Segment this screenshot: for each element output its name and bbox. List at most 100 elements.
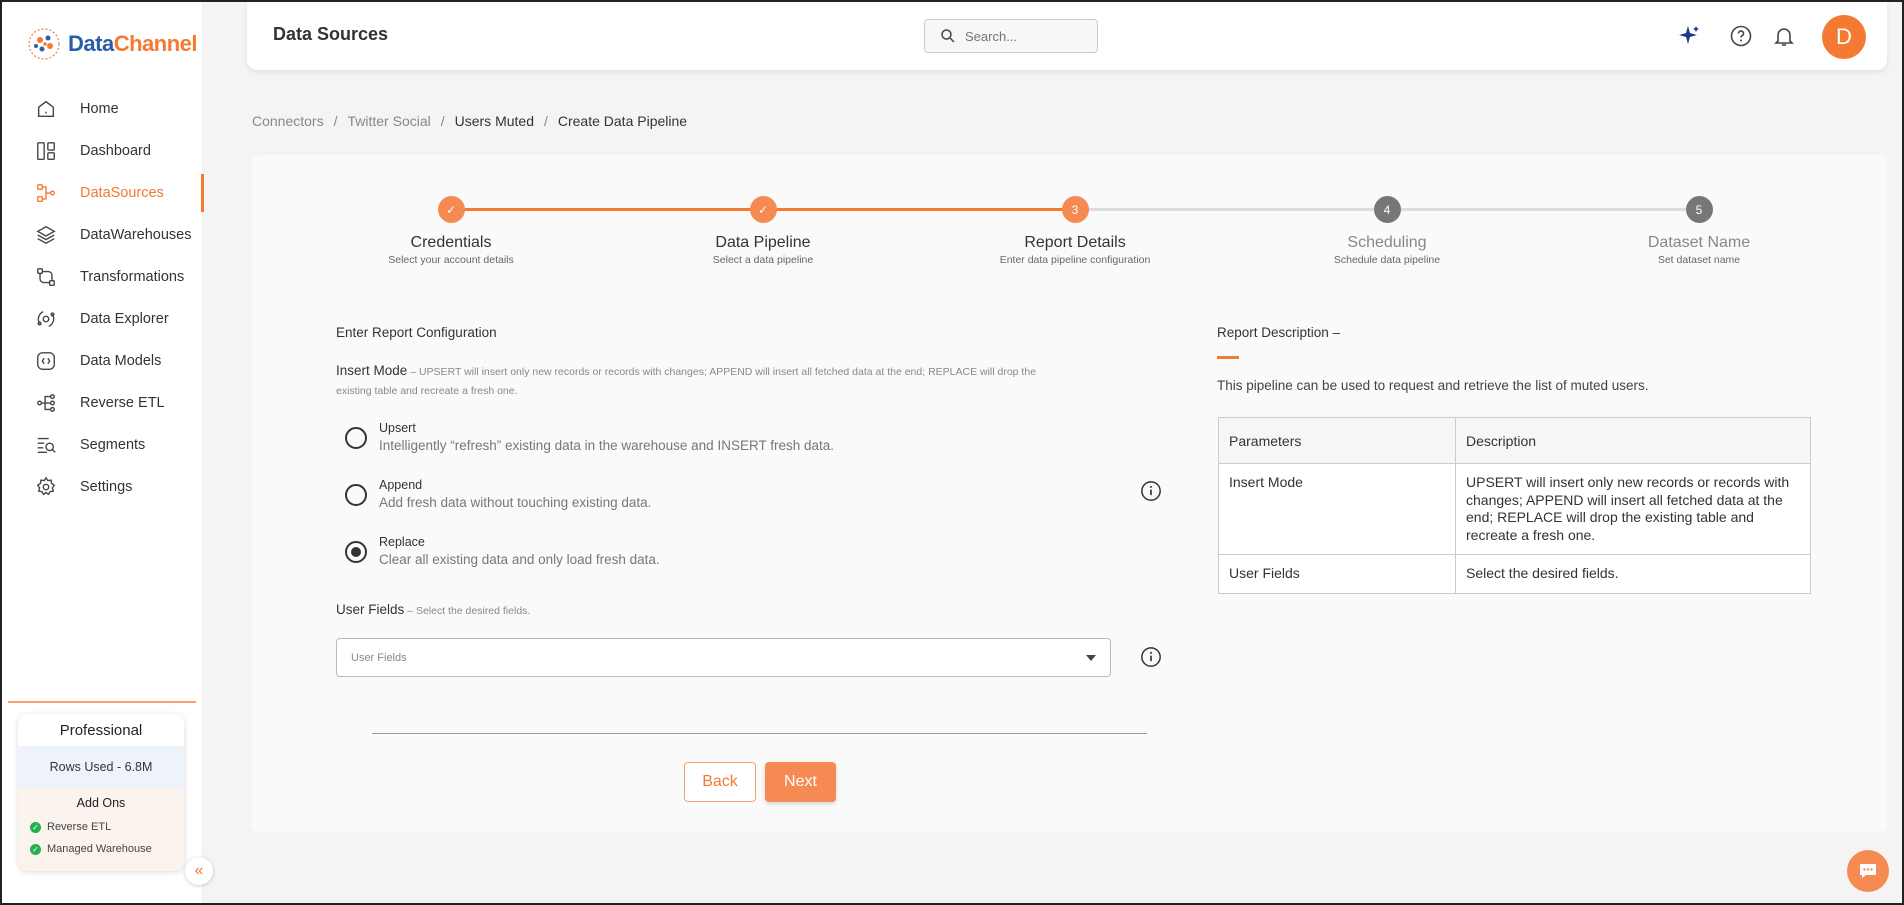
table-row: User Fields Select the desired fields. (1218, 554, 1811, 594)
info-icon[interactable] (1140, 480, 1162, 502)
table-cell: UPSERT will insert only new records or r… (1455, 463, 1811, 555)
table-cell: Insert Mode (1218, 463, 1456, 555)
step-subtitle: Enter data pipeline configuration (999, 254, 1151, 266)
breadcrumb-twitter-social[interactable]: Twitter Social (347, 113, 430, 129)
help-button[interactable] (1727, 22, 1755, 50)
report-description-text: This pipeline can be used to request and… (1217, 378, 1649, 393)
user-fields-hint: – Select the desired fields. (404, 605, 531, 617)
form-heading: Enter Report Configuration (336, 325, 497, 340)
step-report-details: 3 Report Details Enter data pipeline con… (975, 196, 1175, 266)
dashboard-icon (34, 139, 58, 163)
chat-support-button[interactable] (1847, 850, 1889, 892)
addons-section: Add Ons ✓ Reverse ETL ✓ Managed Warehous… (18, 788, 184, 871)
radio-append[interactable]: Append Add fresh data without touching e… (345, 478, 945, 510)
breadcrumb-separator: / (543, 113, 548, 129)
step-title: Credentials (410, 234, 492, 251)
collapse-sidebar-button[interactable]: « (185, 857, 213, 885)
sidebar-item-label: Settings (80, 479, 133, 495)
reverse-etl-icon (34, 391, 58, 415)
sidebar-item-datasources[interactable]: DataSources (2, 172, 204, 214)
gear-icon (34, 475, 58, 499)
addons-title: Add Ons (76, 796, 126, 810)
brand-name-part2: Channel (113, 31, 198, 56)
step-credentials: ✓ Credentials Select your account detail… (351, 196, 551, 266)
next-button[interactable]: Next (765, 762, 836, 802)
sidebar-item-home[interactable]: Home (2, 88, 203, 130)
sidebar-item-data-explorer[interactable]: Data Explorer (2, 298, 203, 340)
models-icon (34, 349, 58, 373)
breadcrumb-separator: / (440, 113, 445, 129)
logo-mark-icon (28, 28, 60, 60)
sidebar-item-label: DataSources (80, 185, 164, 201)
search-input[interactable] (965, 28, 1075, 44)
sidebar-item-label: Home (80, 101, 119, 117)
layers-icon (34, 223, 58, 247)
insert-mode-label: Insert Mode – UPSERT will insert only ne… (336, 362, 1056, 400)
main-panel: ✓ Credentials Select your account detail… (252, 155, 1887, 832)
radio-desc: Clear all existing data and only load fr… (379, 552, 660, 567)
brand-logo[interactable]: DataChannel (26, 26, 197, 62)
sidebar: DataChannel Home Dashboard DataSources D… (2, 2, 204, 903)
sidebar-item-label: DataWarehouses (80, 227, 192, 243)
step-title: Scheduling (1347, 234, 1427, 251)
radio-title: Append (379, 478, 423, 492)
brand-name-part1: Data (68, 31, 114, 56)
caret-down-icon (1086, 655, 1096, 661)
radio-button[interactable] (345, 427, 367, 449)
step-subtitle: Schedule data pipeline (1333, 254, 1441, 266)
check-circle-icon: ✓ (30, 843, 41, 855)
user-fields-title: User Fields (336, 602, 405, 617)
sidebar-item-transformations[interactable]: Transformations (2, 256, 203, 298)
explorer-icon (34, 307, 58, 331)
info-icon[interactable] (1140, 646, 1162, 668)
sparkle-icon (1679, 26, 1699, 44)
breadcrumb-connectors[interactable]: Connectors (252, 113, 324, 129)
datasources-icon (34, 181, 58, 205)
table-header: Description (1455, 417, 1811, 464)
check-icon: ✓ (749, 196, 777, 223)
sidebar-item-label: Transformations (80, 269, 185, 285)
title-underline (1217, 356, 1239, 359)
search-icon (941, 29, 955, 43)
step-title: Dataset Name (1647, 234, 1751, 251)
page-title: Data Sources (273, 24, 389, 44)
step-title: Report Details (1024, 234, 1126, 251)
radio-upsert[interactable]: Upsert Intelligently “refresh” existing … (345, 421, 945, 453)
help-icon (1730, 25, 1752, 47)
breadcrumb: Connectors / Twitter Social / Users Mute… (252, 113, 687, 129)
radio-title: Replace (379, 535, 425, 549)
user-avatar[interactable]: D (1822, 15, 1866, 59)
search-box[interactable] (924, 19, 1098, 53)
plan-card: Professional Rows Used - 6.8M Add Ons ✓ … (18, 714, 184, 871)
breadcrumb-users-muted[interactable]: Users Muted (455, 113, 534, 129)
step-subtitle: Select a data pipeline (712, 254, 814, 266)
form-divider (372, 733, 1147, 734)
sidebar-item-settings[interactable]: Settings (2, 466, 203, 508)
step-subtitle: Select your account details (388, 254, 514, 266)
rows-used: Rows Used - 6.8M (18, 746, 184, 788)
sidebar-item-label: Segments (80, 437, 146, 453)
step-number: 4 (1373, 196, 1401, 223)
table-cell: User Fields (1218, 554, 1456, 594)
addon-label: Reverse ETL (47, 821, 112, 833)
table-cell: Select the desired fields. (1455, 554, 1811, 594)
step-number: 3 (1061, 196, 1089, 223)
user-fields-select[interactable]: User Fields (336, 638, 1111, 677)
radio-replace[interactable]: Replace Clear all existing data and only… (345, 535, 945, 567)
sidebar-item-reverse-etl[interactable]: Reverse ETL (2, 382, 203, 424)
step-subtitle: Set dataset name (1657, 254, 1741, 266)
notifications-button[interactable] (1770, 22, 1798, 50)
ai-sparkle-button[interactable] (1675, 22, 1703, 50)
user-fields-label: User Fields – Select the desired fields. (336, 602, 530, 617)
transform-icon (34, 265, 58, 289)
sidebar-item-data-models[interactable]: Data Models (2, 340, 203, 382)
radio-button[interactable] (345, 541, 367, 563)
sidebar-item-datawarehouses[interactable]: DataWarehouses (2, 214, 203, 256)
sidebar-nav: Home Dashboard DataSources DataWarehouse… (2, 88, 204, 508)
back-button[interactable]: Back (684, 762, 756, 802)
sidebar-item-dashboard[interactable]: Dashboard (2, 130, 203, 172)
insert-mode-hint: – UPSERT will insert only new records or… (336, 366, 1037, 397)
sidebar-item-segments[interactable]: Segments (2, 424, 203, 466)
radio-button[interactable] (345, 484, 367, 506)
sidebar-item-label: Data Explorer (80, 311, 169, 327)
